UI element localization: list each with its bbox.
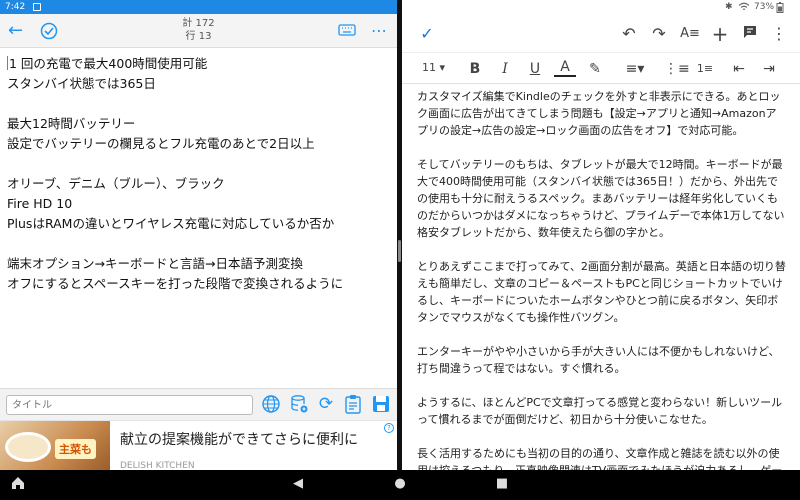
nav-back-icon[interactable]: ◀: [288, 476, 308, 491]
more-dots-icon[interactable]: ⋯: [371, 14, 387, 48]
text-format-icon[interactable]: A≡: [679, 24, 701, 44]
align-icon[interactable]: ≡▾: [620, 59, 650, 79]
ad-thumbnail: 主菜も: [0, 421, 110, 470]
more-vert-icon[interactable]: ⋮: [768, 24, 790, 44]
format-toolbar: 11 ▾ B I U A ✎ ≡▾ ⋮≡ 1≡ ⇤ ⇥: [402, 52, 800, 84]
doc-paragraph: 長く活用するためにも当初の目的の通り、文章作成と雑誌を読む以外の使用は控えるつも…: [417, 447, 782, 470]
food-image: [8, 435, 48, 459]
battery-icon: [776, 2, 784, 16]
left-app-pane: 7:42 ← 計 172 行 13 ⋯ 1 回の充電で最大400時間使用可能 ス…: [0, 0, 397, 470]
ad-banner[interactable]: 主菜も 献立の提案機能ができてさらに便利に DELISH KITCHEN ?: [0, 420, 397, 470]
doc-paragraph: とりあえずここまで打ってみて、2画面分割が最高。英語と日本語の切り替えも簡単だし…: [417, 260, 786, 324]
editor-line: 端末オプション→キーボードと言語→日本語予測変換: [7, 256, 303, 271]
numbered-list-icon[interactable]: 1≡: [694, 59, 716, 79]
database-icon[interactable]: [287, 392, 311, 416]
title-input[interactable]: [6, 395, 253, 415]
bold-icon[interactable]: B: [464, 59, 486, 79]
document-body[interactable]: カスタマイズ編集でKindleのチェックを外すと非表示にできる。あとロック画面に…: [417, 88, 787, 470]
font-size-select[interactable]: 11 ▾: [422, 61, 445, 74]
globe-icon[interactable]: [259, 392, 283, 416]
notification-icon: [33, 3, 42, 11]
battery-percent: 73%: [754, 2, 775, 12]
doc-paragraph: そしてバッテリーのもちは、タブレットが最大で12時間。キーボードが最大で400時…: [417, 158, 785, 239]
wifi-icon: [738, 2, 750, 15]
editor-line: PlusはRAMの違いとワイヤレス充電に対応しているか否か: [7, 216, 335, 231]
divider-handle[interactable]: [398, 240, 401, 262]
nav-recents-icon[interactable]: ■: [492, 476, 512, 491]
bullet-list-icon[interactable]: ⋮≡: [664, 59, 690, 79]
right-status-bar: ✱ 73%: [402, 0, 800, 16]
ad-brand: DELISH KITCHEN: [120, 461, 195, 470]
status-time: 7:42: [5, 2, 26, 12]
text-color-icon[interactable]: A: [554, 59, 576, 77]
doc-paragraph: エンターキーがやや小さいから手が大きい人には不便かもしれないけど、打ち間違うって…: [417, 345, 780, 375]
editor-toolbar: ← 計 172 行 13 ⋯: [0, 14, 397, 48]
bottom-toolbar: ⟳: [0, 388, 397, 420]
text-editor[interactable]: 1 回の充電で最大400時間使用可能 スタンバイ状態では365日 最大12時間バ…: [0, 48, 397, 300]
comment-icon[interactable]: [739, 24, 761, 45]
undo-icon[interactable]: ↶: [618, 24, 640, 44]
editor-line: オリーブ、デニム（ブルー）、ブラック: [7, 176, 225, 191]
editor-line: 最大12時間バッテリー: [7, 116, 136, 131]
doc-paragraph: カスタマイズ編集でKindleのチェックを外すと非表示にできる。あとロック画面に…: [417, 90, 781, 137]
ad-info-icon[interactable]: ?: [384, 423, 394, 433]
bluetooth-icon: ✱: [725, 2, 733, 12]
system-nav-bar: ◀ ● ■: [0, 470, 800, 500]
editor-line: スタンバイ状態では365日: [7, 76, 156, 91]
redo-icon[interactable]: ↷: [648, 24, 670, 44]
home-app-icon[interactable]: [8, 476, 28, 494]
text-cursor: [7, 56, 8, 70]
clipboard-icon[interactable]: [341, 392, 365, 416]
italic-icon[interactable]: I: [494, 59, 516, 79]
outdent-icon[interactable]: ⇤: [728, 59, 750, 79]
keyboard-icon[interactable]: [338, 14, 356, 50]
nav-home-icon[interactable]: ●: [390, 476, 410, 491]
ad-title: 献立の提案機能ができてさらに便利に: [120, 432, 358, 448]
left-status-bar: 7:42: [0, 0, 397, 14]
right-app-pane: ✱ 73% ✓ ↶ ↷ A≡ + ⋮ 11 ▾ B I U A ✎ ≡▾ ⋮≡ …: [402, 0, 800, 470]
editor-line: 1 回の充電で最大400時間使用可能: [7, 56, 208, 71]
save-icon[interactable]: [369, 392, 393, 416]
sync-icon[interactable]: ⟳: [314, 392, 338, 416]
docs-toolbar: ✓ ↶ ↷ A≡ + ⋮: [402, 16, 800, 52]
done-check-icon[interactable]: ✓: [416, 24, 438, 44]
editor-line: Fire HD 10: [7, 196, 73, 211]
add-icon[interactable]: +: [709, 24, 731, 44]
underline-icon[interactable]: U: [524, 59, 546, 79]
ad-badge: 主菜も: [55, 439, 96, 459]
highlight-icon[interactable]: ✎: [584, 59, 606, 79]
indent-icon[interactable]: ⇥: [758, 59, 780, 79]
editor-line: 設定でバッテリーの欄見るとフル充電のあとで2日以上: [7, 136, 315, 151]
editor-line: オフにするとスペースキーを打った段階で変換されるように: [7, 276, 344, 291]
doc-paragraph: ようするに、ほとんどPCで文章打ってる感覚と変わらない！新しいツールって慣れるま…: [417, 396, 783, 426]
